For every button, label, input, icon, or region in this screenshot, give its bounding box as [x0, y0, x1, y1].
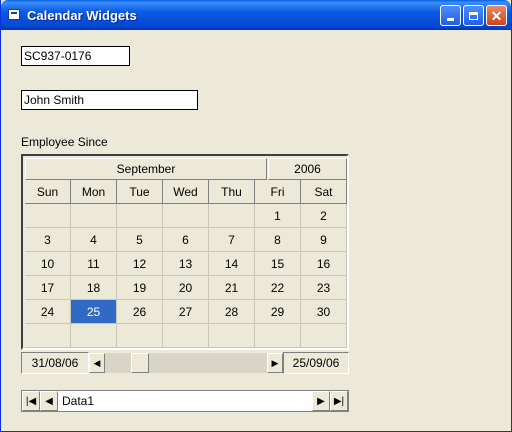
day-cell[interactable]: 22: [255, 276, 301, 300]
minimize-icon: [447, 18, 454, 21]
data-control-caption: Data1: [62, 394, 95, 408]
year-selector[interactable]: 2006: [268, 158, 347, 180]
date-range-row: 31/08/06 ◀ ▶ 25/09/06: [21, 352, 349, 374]
day-cell[interactable]: 29: [255, 300, 301, 324]
scroll-right-button[interactable]: ▶: [267, 353, 283, 373]
weekday-header: Sun: [25, 180, 71, 204]
day-cell[interactable]: 8: [255, 228, 301, 252]
date-scrollbar[interactable]: ◀ ▶: [89, 353, 283, 373]
day-cell[interactable]: 16: [301, 252, 347, 276]
weekday-header: Tue: [117, 180, 163, 204]
day-cell[interactable]: 20: [163, 276, 209, 300]
arrow-right-icon: ▶: [271, 357, 279, 368]
weekday-header: Sat: [301, 180, 347, 204]
window-title: Calendar Widgets: [27, 8, 137, 23]
range-start-date: 31/08/06: [21, 352, 89, 374]
scroll-left-button[interactable]: ◀: [89, 353, 105, 373]
day-cell[interactable]: [209, 204, 255, 228]
day-cell[interactable]: [255, 324, 301, 348]
first-record-button[interactable]: |◀: [22, 391, 40, 411]
day-cell[interactable]: 14: [209, 252, 255, 276]
last-record-icon: ▶|: [333, 395, 345, 407]
employee-name-field[interactable]: John Smith: [21, 90, 198, 110]
previous-record-icon: ◀: [45, 395, 53, 407]
main-window: Calendar Widgets ✕ SC937-0176 John Smith…: [0, 0, 512, 432]
close-button[interactable]: ✕: [486, 5, 507, 26]
day-cell[interactable]: 6: [163, 228, 209, 252]
day-cell[interactable]: 3: [25, 228, 71, 252]
arrow-left-icon: ◀: [93, 357, 101, 368]
day-cell[interactable]: 4: [71, 228, 117, 252]
calendar-grid: Sun Mon Tue Wed Thu Fri Sat 1 2 3 4 5 6 7 8 9 10 11 12 13 14…: [25, 180, 347, 348]
day-cell[interactable]: 5: [117, 228, 163, 252]
day-cell[interactable]: 1: [255, 204, 301, 228]
title-bar[interactable]: Calendar Widgets ✕: [1, 0, 511, 30]
scroll-track[interactable]: [105, 353, 267, 373]
maximize-button[interactable]: [463, 5, 484, 26]
day-cell[interactable]: 17: [25, 276, 71, 300]
weekday-header: Thu: [209, 180, 255, 204]
calendar-control: September 2006 Sun Mon Tue Wed Thu Fri Sat 1 2 3 4…: [21, 154, 349, 350]
day-cell[interactable]: 28: [209, 300, 255, 324]
first-record-icon: |◀: [25, 395, 37, 407]
selected-day-cell[interactable]: 25: [71, 300, 117, 324]
day-cell[interactable]: 7: [209, 228, 255, 252]
weekday-header: Wed: [163, 180, 209, 204]
day-cell[interactable]: [163, 324, 209, 348]
day-cell[interactable]: 24: [25, 300, 71, 324]
day-cell[interactable]: 15: [255, 252, 301, 276]
day-cell[interactable]: 13: [163, 252, 209, 276]
day-cell[interactable]: 26: [117, 300, 163, 324]
weekday-header: Fri: [255, 180, 301, 204]
day-cell[interactable]: [25, 204, 71, 228]
month-selector[interactable]: September: [25, 158, 267, 180]
calendar-header: September 2006: [25, 158, 347, 180]
day-cell[interactable]: [71, 204, 117, 228]
day-cell[interactable]: [117, 324, 163, 348]
day-cell[interactable]: 23: [301, 276, 347, 300]
scroll-thumb[interactable]: [131, 353, 149, 373]
app-icon[interactable]: [8, 9, 20, 20]
close-icon: ✕: [490, 7, 503, 24]
next-record-button[interactable]: ▶: [312, 391, 330, 411]
day-cell[interactable]: [25, 324, 71, 348]
maximize-icon: [469, 11, 478, 20]
data-control: |◀ ◀ Data1 ▶ ▶|: [21, 390, 349, 412]
day-cell[interactable]: 12: [117, 252, 163, 276]
previous-record-button[interactable]: ◀: [40, 391, 58, 411]
range-end-date: 25/09/06: [283, 352, 349, 374]
last-record-button[interactable]: ▶|: [330, 391, 348, 411]
weekday-header: Mon: [71, 180, 117, 204]
day-cell[interactable]: [301, 324, 347, 348]
day-cell[interactable]: [71, 324, 117, 348]
day-cell[interactable]: [163, 204, 209, 228]
day-cell[interactable]: [209, 324, 255, 348]
employee-since-label: Employee Since: [21, 135, 108, 149]
day-cell[interactable]: 30: [301, 300, 347, 324]
day-cell[interactable]: [117, 204, 163, 228]
next-record-icon: ▶: [317, 395, 325, 407]
day-cell[interactable]: 2: [301, 204, 347, 228]
day-cell[interactable]: 9: [301, 228, 347, 252]
day-cell[interactable]: 18: [71, 276, 117, 300]
day-cell[interactable]: 27: [163, 300, 209, 324]
day-cell[interactable]: 19: [117, 276, 163, 300]
day-cell[interactable]: 11: [71, 252, 117, 276]
day-cell[interactable]: 21: [209, 276, 255, 300]
day-cell[interactable]: 10: [25, 252, 71, 276]
minimize-button[interactable]: [440, 5, 461, 26]
employee-id-field[interactable]: SC937-0176: [21, 46, 130, 66]
